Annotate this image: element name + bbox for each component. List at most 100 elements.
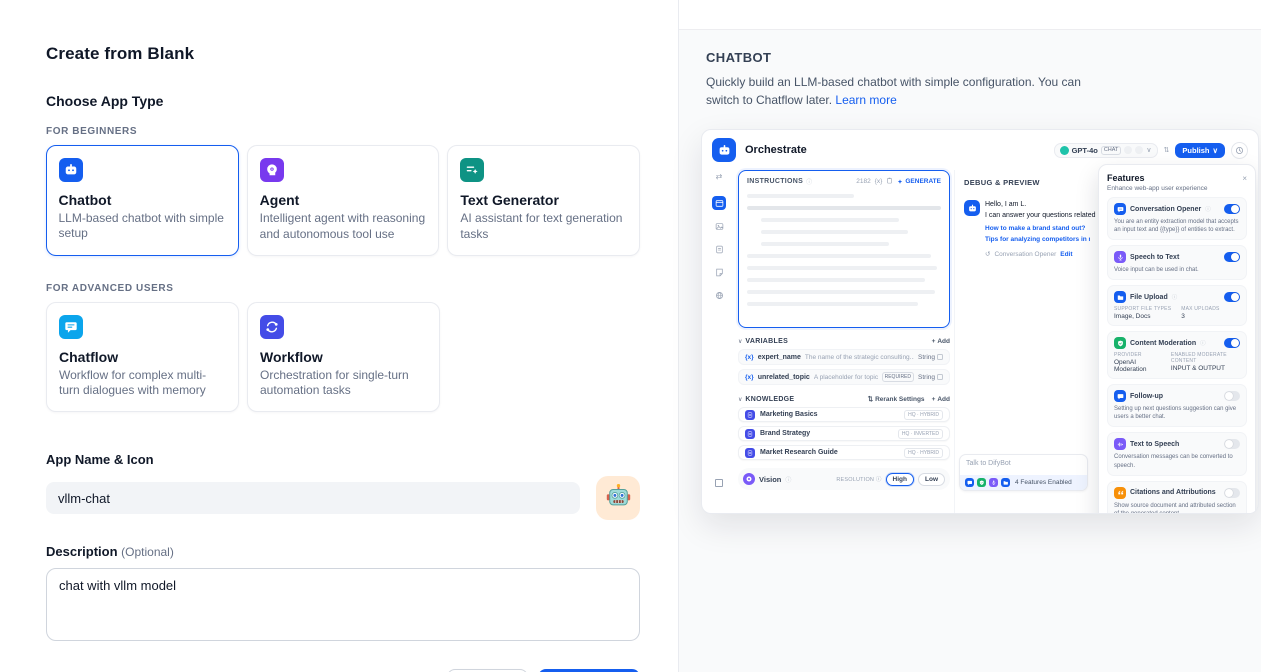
create-app-modal: Create from Blank Choose App Type FOR BE… <box>0 0 1261 672</box>
for-beginners-label: FOR BEGINNERS <box>46 126 640 137</box>
skeleton-line <box>747 302 918 306</box>
app-type-desc: Intelligent agent with reasoning and aut… <box>260 211 427 243</box>
app-type-card-chatflow[interactable]: Chatflow Workflow for complex multi-turn… <box>46 302 239 413</box>
bot-avatar <box>964 200 980 216</box>
resolution-high-option: High <box>886 473 914 486</box>
retrieval-tag: HQ · HYBRID <box>904 410 943 420</box>
note-nav-icon <box>712 265 726 279</box>
chat-input: Talk to DifyBot 4 Features Enabled <box>959 454 1088 491</box>
description-input[interactable]: chat with vllm model <box>46 568 640 641</box>
edit-link: Edit <box>1060 251 1072 258</box>
feature-text-to-speech: Text to Speech Conversation messages can… <box>1107 432 1247 475</box>
skeleton-line <box>747 266 937 270</box>
skeleton-line <box>747 278 925 282</box>
app-name-input[interactable] <box>46 482 580 514</box>
debug-preview-column: DEBUG & PREVIEW Hello, I am L. I can ans… <box>954 170 1094 513</box>
choose-app-type-heading: Choose App Type <box>46 93 640 109</box>
variable-row: {x} unrelated_topic A placeholder for to… <box>738 369 950 385</box>
learn-more-link[interactable]: Learn more <box>835 93 896 107</box>
feature-follow-up: Follow-up Setting up next questions sugg… <box>1107 384 1247 427</box>
preview-orchestrate-column: INSTRUCTIONS ⓘ 2182 {x} GENERATE <box>738 170 950 490</box>
variables-token-icon: {x} <box>875 178 883 185</box>
app-type-name: Text Generator <box>460 192 627 208</box>
speech-to-text-icon <box>1114 251 1126 263</box>
for-advanced-users-label: FOR ADVANCED USERS <box>46 283 640 294</box>
app-type-card-chatbot[interactable]: Chatbot LLM-based chatbot with simple se… <box>46 145 239 256</box>
info-icon: ⓘ <box>785 475 791 484</box>
app-type-card-agent[interactable]: Agent Intelligent agent with reasoning a… <box>247 145 440 256</box>
required-badge: REQUIRED <box>882 372 914 382</box>
knowledge-row: Marketing Basics HQ · HYBRID <box>738 407 950 422</box>
app-icon-button[interactable] <box>596 476 640 520</box>
text-to-speech-icon <box>1114 438 1126 450</box>
add-knowledge-button: + Add <box>932 396 950 403</box>
knowledge-row: Market Research Guide HQ · HYBRID <box>738 445 950 460</box>
chevron-down-icon: ∨ <box>1213 146 1219 155</box>
knowledge-doc-icon <box>745 448 755 458</box>
chatbot-icon <box>59 158 83 182</box>
advanced-type-cards: Chatflow Workflow for complex multi-turn… <box>46 302 640 413</box>
app-type-name: Workflow <box>260 349 427 365</box>
feature-citations: Citations and Attributions Show source d… <box>1107 481 1247 514</box>
features-enabled-bar: 4 Features Enabled <box>960 475 1087 490</box>
resolution-low-option: Low <box>918 473 945 486</box>
preview-heading: CHATBOT <box>706 50 1261 65</box>
feature-toggle <box>1224 292 1240 302</box>
doc-nav-icon <box>712 242 726 256</box>
app-type-card-workflow[interactable]: Workflow Orchestration for single-turn a… <box>247 302 440 413</box>
instructions-panel: INSTRUCTIONS ⓘ 2182 {x} GENERATE <box>738 170 950 328</box>
feature-toggle <box>1224 338 1240 348</box>
feature-conversation-opener: Conversation Opener ⓘ You are an entity … <box>1107 197 1247 240</box>
app-type-desc: LLM-based chatbot with simple setup <box>59 211 227 243</box>
knowledge-section-header: ∨ KNOWLEDGE ⇅ Rerank Settings + Add <box>738 395 950 403</box>
chevron-down-icon: ∨ <box>738 396 742 403</box>
feature-content-moderation: Content Moderation ⓘ PROVIDER OpenAI Mod… <box>1107 331 1247 379</box>
app-name-label: App Name & Icon <box>46 452 640 467</box>
feature-toggle <box>1224 391 1240 401</box>
sliders-icon: ⇅ <box>868 395 873 403</box>
skeleton-line <box>747 206 941 210</box>
upload-feature-icon <box>1001 478 1010 487</box>
text-generator-icon <box>460 158 484 182</box>
knowledge-doc-icon <box>745 410 755 420</box>
conversation-opener-label: Conversation Opener <box>994 251 1056 258</box>
add-variable-button: + Add <box>932 338 950 345</box>
chevron-down-icon: ∨ <box>738 338 742 345</box>
history-clock-icon <box>1231 142 1248 159</box>
speech-feature-icon <box>989 478 998 487</box>
description-label: Description (Optional) <box>46 544 640 559</box>
preview-description: Quickly build an LLM-based chatbot with … <box>706 73 1098 109</box>
info-icon: ⓘ <box>876 477 882 483</box>
follow-up-icon <box>1114 390 1126 402</box>
bot-message: Hello, I am L. I can answer your questio… <box>964 200 1090 258</box>
app-type-name: Agent <box>260 192 427 208</box>
retrieval-tag: HQ · HYBRID <box>904 448 943 458</box>
create-form-panel: Create from Blank Choose App Type FOR BE… <box>0 0 678 672</box>
skeleton-line <box>761 242 889 246</box>
file-upload-icon <box>1114 291 1126 303</box>
swap-icon: ⇄ <box>716 172 723 181</box>
sliders-icon: ⇅ <box>1164 146 1170 154</box>
bot-logo-icon <box>712 138 736 162</box>
feature-toggle <box>1224 488 1240 498</box>
knowledge-doc-icon <box>745 429 755 439</box>
skeleton-line <box>747 254 931 258</box>
variables-section-header: ∨ VARIABLES + Add <box>738 338 950 345</box>
clipboard-icon <box>886 177 893 186</box>
app-type-desc: Workflow for complex multi-turn dialogue… <box>59 368 226 400</box>
variable-token-icon: {x} <box>745 354 754 361</box>
app-type-desc: Orchestration for single-turn automation… <box>260 368 427 400</box>
top-strip <box>679 0 1261 30</box>
type-box-icon <box>937 354 943 360</box>
feature-toggle <box>1224 204 1240 214</box>
token-count: 2182 <box>856 178 870 185</box>
app-type-card-text-generator[interactable]: Text Generator AI assistant for text gen… <box>447 145 640 256</box>
skeleton-line <box>761 218 899 222</box>
feature-toggle <box>1224 439 1240 449</box>
rerank-settings-button: ⇅ Rerank Settings <box>868 395 925 403</box>
suggested-question: How to make a brand stand out? <box>985 225 1085 232</box>
info-icon: ⓘ <box>806 177 812 186</box>
app-type-name: Chatflow <box>59 349 226 365</box>
skeleton-line <box>747 290 935 294</box>
suggested-question: Tips for analyzing competitors in market <box>985 236 1090 243</box>
